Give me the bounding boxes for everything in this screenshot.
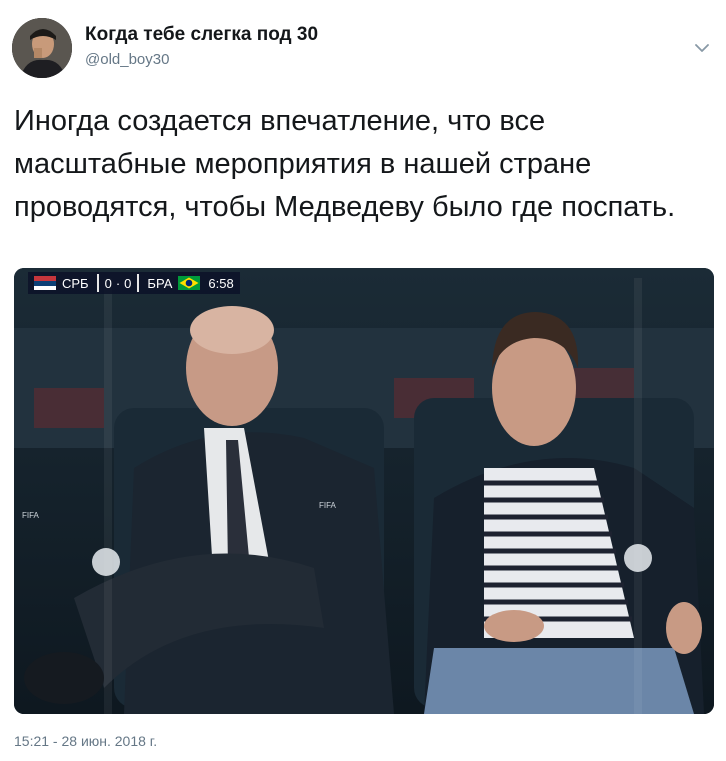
- scorebug-home: СРБ: [28, 272, 95, 294]
- author-display-name[interactable]: Когда тебе слегка под 30: [85, 24, 318, 46]
- away-score: 0: [124, 275, 132, 291]
- match-clock: 6:58: [208, 275, 234, 291]
- stadium-photo: FIFA FIFA: [14, 268, 714, 714]
- author-avatar[interactable]: [12, 18, 72, 78]
- serbia-flag-icon: [34, 276, 56, 290]
- tweet-menu-button[interactable]: [690, 38, 714, 58]
- home-team: СРБ: [62, 275, 89, 291]
- tweet-timestamp[interactable]: 15:21 - 28 июн. 2018 г.: [14, 733, 157, 749]
- tweet-text: Иногда создается впечатление, что все ма…: [14, 105, 676, 223]
- away-team: БРА: [147, 275, 173, 291]
- author-handle[interactable]: @old_boy30: [85, 51, 169, 68]
- home-score: 0: [104, 275, 112, 291]
- brazil-flag-icon: [178, 276, 201, 290]
- scorebug-away: БРА 6:58: [141, 272, 240, 294]
- fifa-logo: FIFA: [22, 511, 40, 520]
- user-avatar-icon: [12, 18, 72, 78]
- scorebug: СРБ 0 · 0 БРА 6:58: [28, 268, 240, 298]
- fifa-logo-2: FIFA: [319, 501, 337, 510]
- tweet-photo[interactable]: FIFA FIFA СРБ 0 · 0 БРА 6:58: [14, 268, 714, 714]
- chevron-down-icon: [695, 43, 709, 52]
